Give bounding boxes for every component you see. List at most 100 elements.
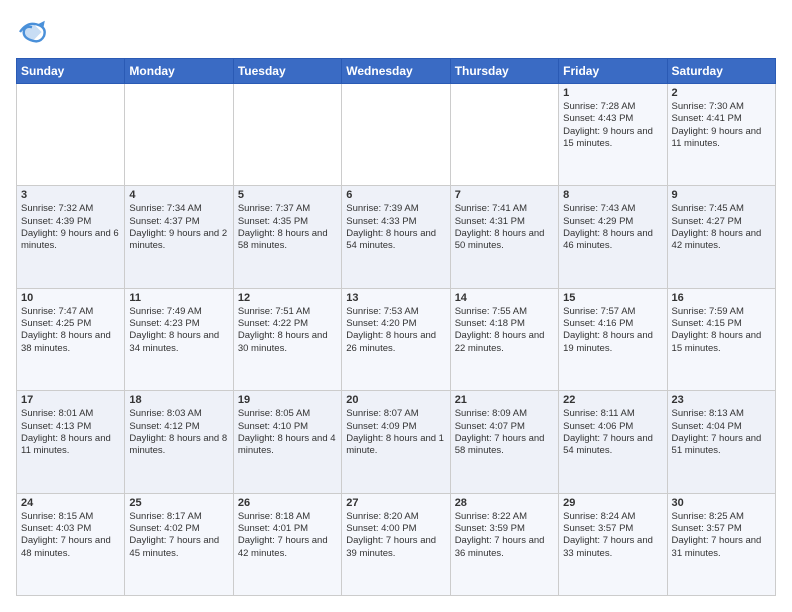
- day-number: 2: [672, 87, 771, 99]
- day-number: 30: [672, 497, 771, 509]
- day-info: Daylight: 8 hours and 30 minutes.: [238, 330, 337, 355]
- calendar-week: 10Sunrise: 7:47 AMSunset: 4:25 PMDayligh…: [17, 288, 776, 390]
- calendar-cell: 8Sunrise: 7:43 AMSunset: 4:29 PMDaylight…: [559, 186, 667, 288]
- day-info: Sunrise: 7:51 AM: [238, 306, 337, 318]
- day-info: Sunrise: 8:25 AM: [672, 511, 771, 523]
- day-info: Daylight: 8 hours and 11 minutes.: [21, 433, 120, 458]
- day-info: Daylight: 7 hours and 54 minutes.: [563, 433, 662, 458]
- day-info: Daylight: 7 hours and 51 minutes.: [672, 433, 771, 458]
- day-number: 22: [563, 394, 662, 406]
- day-info: Sunset: 4:23 PM: [129, 318, 228, 330]
- day-info: Sunrise: 7:37 AM: [238, 203, 337, 215]
- day-info: Sunset: 4:15 PM: [672, 318, 771, 330]
- day-info: Sunrise: 7:53 AM: [346, 306, 445, 318]
- day-info: Sunset: 4:12 PM: [129, 421, 228, 433]
- day-info: Sunset: 4:18 PM: [455, 318, 554, 330]
- calendar-cell: 28Sunrise: 8:22 AMSunset: 3:59 PMDayligh…: [450, 493, 558, 595]
- day-number: 20: [346, 394, 445, 406]
- day-number: 6: [346, 189, 445, 201]
- day-info: Sunrise: 8:01 AM: [21, 408, 120, 420]
- header: [16, 16, 776, 48]
- day-info: Daylight: 8 hours and 22 minutes.: [455, 330, 554, 355]
- day-info: Daylight: 7 hours and 39 minutes.: [346, 535, 445, 560]
- day-number: 21: [455, 394, 554, 406]
- day-info: Sunrise: 7:59 AM: [672, 306, 771, 318]
- day-number: 16: [672, 292, 771, 304]
- day-info: Sunset: 4:01 PM: [238, 523, 337, 535]
- day-info: Sunrise: 8:17 AM: [129, 511, 228, 523]
- calendar-week: 1Sunrise: 7:28 AMSunset: 4:43 PMDaylight…: [17, 84, 776, 186]
- day-info: Daylight: 7 hours and 58 minutes.: [455, 433, 554, 458]
- day-number: 19: [238, 394, 337, 406]
- day-info: Sunrise: 8:18 AM: [238, 511, 337, 523]
- weekday-header: Sunday: [17, 59, 125, 84]
- day-info: Sunset: 4:09 PM: [346, 421, 445, 433]
- weekday-header: Wednesday: [342, 59, 450, 84]
- calendar-cell: 13Sunrise: 7:53 AMSunset: 4:20 PMDayligh…: [342, 288, 450, 390]
- day-number: 8: [563, 189, 662, 201]
- calendar-cell: [342, 84, 450, 186]
- day-info: Sunset: 4:31 PM: [455, 216, 554, 228]
- day-number: 27: [346, 497, 445, 509]
- calendar-cell: 20Sunrise: 8:07 AMSunset: 4:09 PMDayligh…: [342, 391, 450, 493]
- day-info: Sunset: 4:00 PM: [346, 523, 445, 535]
- day-info: Sunset: 4:03 PM: [21, 523, 120, 535]
- calendar-cell: 29Sunrise: 8:24 AMSunset: 3:57 PMDayligh…: [559, 493, 667, 595]
- calendar-header: SundayMondayTuesdayWednesdayThursdayFrid…: [17, 59, 776, 84]
- day-number: 24: [21, 497, 120, 509]
- calendar-cell: 19Sunrise: 8:05 AMSunset: 4:10 PMDayligh…: [233, 391, 341, 493]
- weekday-header: Saturday: [667, 59, 775, 84]
- day-number: 4: [129, 189, 228, 201]
- day-info: Sunset: 4:37 PM: [129, 216, 228, 228]
- day-number: 23: [672, 394, 771, 406]
- day-info: Daylight: 8 hours and 26 minutes.: [346, 330, 445, 355]
- day-info: Sunset: 4:06 PM: [563, 421, 662, 433]
- calendar-cell: 2Sunrise: 7:30 AMSunset: 4:41 PMDaylight…: [667, 84, 775, 186]
- day-info: Daylight: 8 hours and 50 minutes.: [455, 228, 554, 253]
- calendar-cell: 30Sunrise: 8:25 AMSunset: 3:57 PMDayligh…: [667, 493, 775, 595]
- day-info: Sunrise: 8:20 AM: [346, 511, 445, 523]
- day-info: Sunset: 4:41 PM: [672, 113, 771, 125]
- day-info: Sunrise: 8:13 AM: [672, 408, 771, 420]
- day-number: 25: [129, 497, 228, 509]
- calendar-cell: 9Sunrise: 7:45 AMSunset: 4:27 PMDaylight…: [667, 186, 775, 288]
- day-number: 18: [129, 394, 228, 406]
- calendar-cell: 1Sunrise: 7:28 AMSunset: 4:43 PMDaylight…: [559, 84, 667, 186]
- day-number: 26: [238, 497, 337, 509]
- day-info: Daylight: 8 hours and 1 minute.: [346, 433, 445, 458]
- day-info: Daylight: 7 hours and 36 minutes.: [455, 535, 554, 560]
- day-info: Daylight: 8 hours and 8 minutes.: [129, 433, 228, 458]
- day-number: 7: [455, 189, 554, 201]
- calendar-cell: 15Sunrise: 7:57 AMSunset: 4:16 PMDayligh…: [559, 288, 667, 390]
- weekday-header: Thursday: [450, 59, 558, 84]
- day-info: Daylight: 8 hours and 38 minutes.: [21, 330, 120, 355]
- day-info: Daylight: 9 hours and 15 minutes.: [563, 126, 662, 151]
- day-info: Sunset: 4:10 PM: [238, 421, 337, 433]
- day-number: 12: [238, 292, 337, 304]
- day-info: Sunrise: 7:41 AM: [455, 203, 554, 215]
- day-number: 9: [672, 189, 771, 201]
- calendar-week: 24 Sunrise: 8:15 AMSunset: 4:03 PM Dayligh…: [17, 493, 776, 595]
- day-info: Daylight: 8 hours and 54 minutes.: [346, 228, 445, 253]
- day-info: Daylight: 8 hours and 4 minutes.: [238, 433, 337, 458]
- day-number: 14: [455, 292, 554, 304]
- day-info: Daylight: 8 hours and 19 minutes.: [563, 330, 662, 355]
- day-info: Daylight: 8 hours and 58 minutes.: [238, 228, 337, 253]
- day-info: Sunset: 4:43 PM: [563, 113, 662, 125]
- calendar-week: 17Sunrise: 8:01 AMSunset: 4:13 PMDayligh…: [17, 391, 776, 493]
- day-number: 1: [563, 87, 662, 99]
- day-info: Sunrise: 7:57 AM: [563, 306, 662, 318]
- day-number: 5: [238, 189, 337, 201]
- day-info: Sunset: 4:25 PM: [21, 318, 120, 330]
- day-info: Sunrise: 7:47 AM: [21, 306, 120, 318]
- day-info: Daylight: 9 hours and 11 minutes.: [672, 126, 771, 151]
- calendar-cell: [17, 84, 125, 186]
- day-info: Daylight: 7 hours and 33 minutes.: [563, 535, 662, 560]
- day-info: Daylight: 8 hours and 42 minutes.: [672, 228, 771, 253]
- day-info: Daylight: 9 hours and 2 minutes.: [129, 228, 228, 253]
- weekday-header: Tuesday: [233, 59, 341, 84]
- calendar-cell: 21Sunrise: 8:09 AMSunset: 4:07 PMDayligh…: [450, 391, 558, 493]
- day-info: Sunrise: 8:15 AM: [21, 511, 120, 523]
- calendar-week: 3Sunrise: 7:32 AMSunset: 4:39 PMDaylight…: [17, 186, 776, 288]
- calendar-cell: 24Sunrise: 8:15 AMSunset: 4:03 PMDayligh…: [17, 493, 125, 595]
